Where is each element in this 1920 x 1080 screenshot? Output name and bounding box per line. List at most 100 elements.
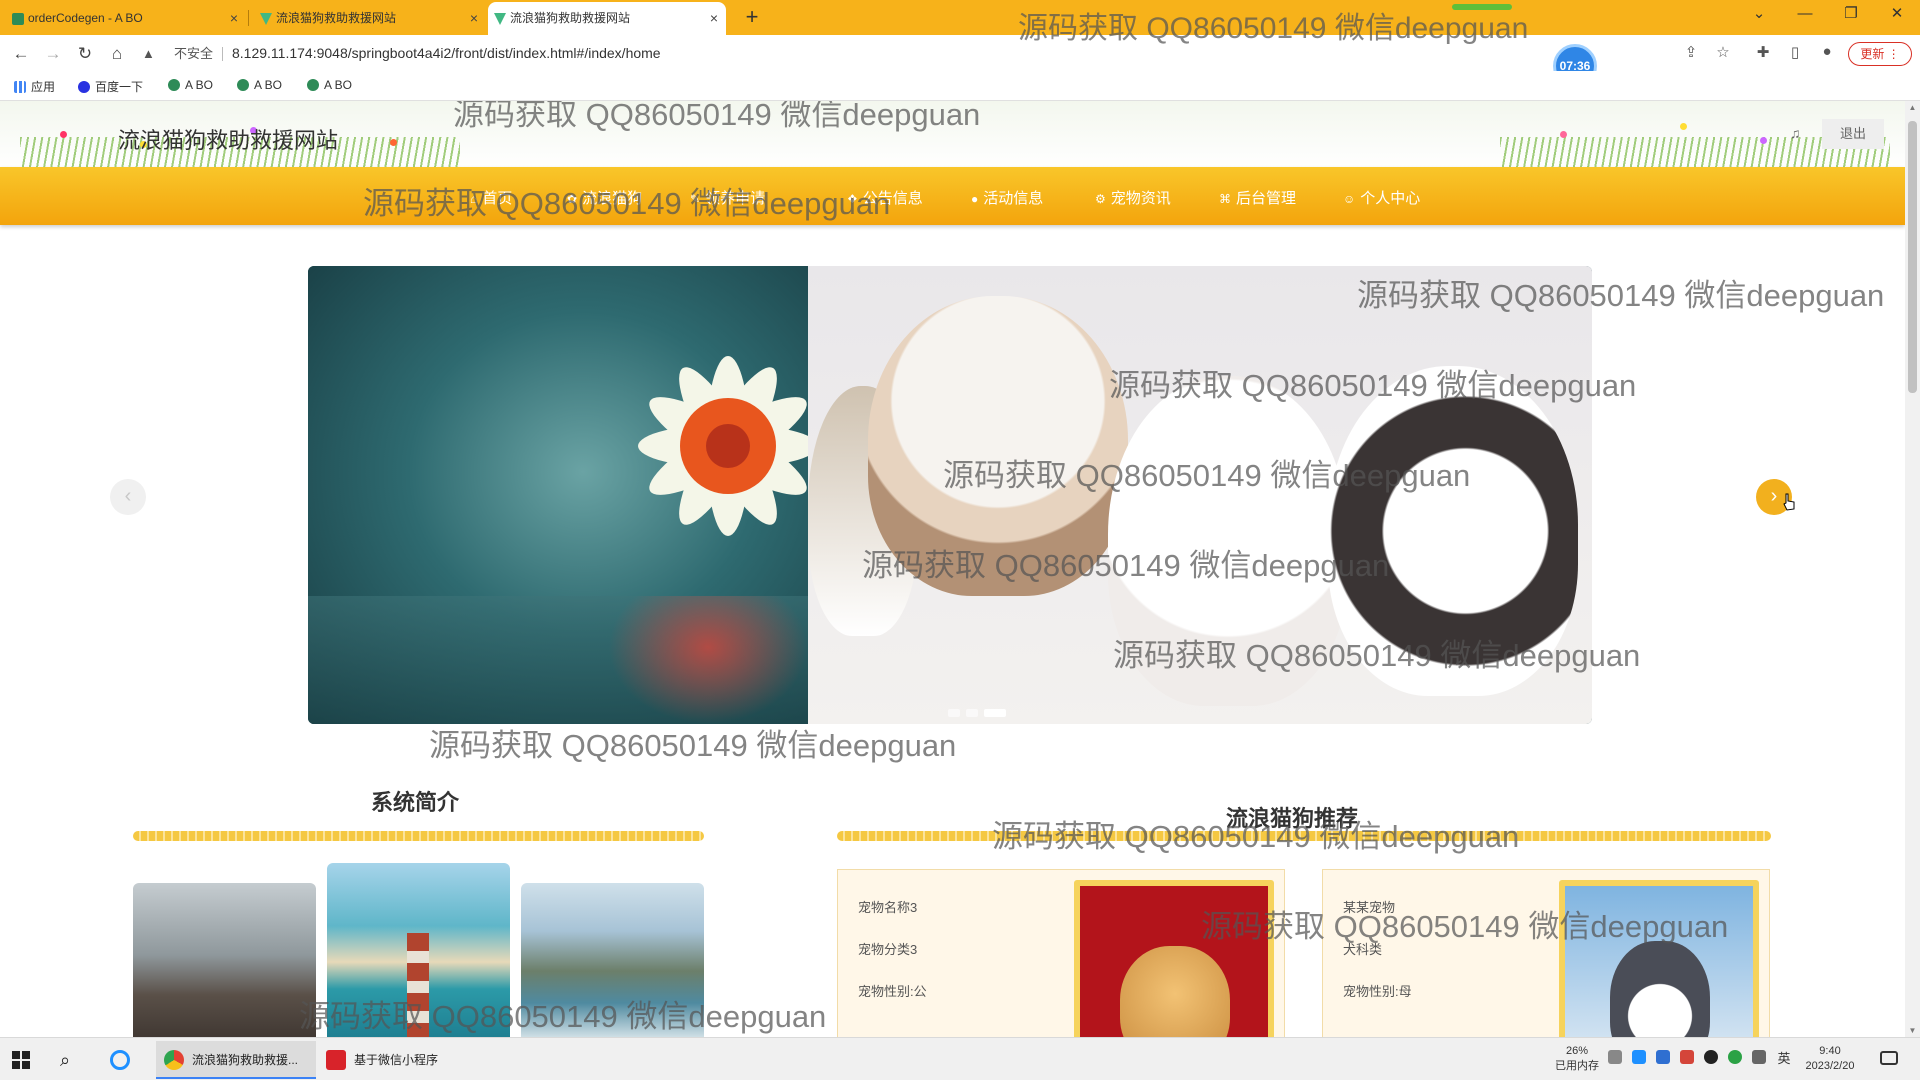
forward-arrow-icon[interactable]: → [40, 41, 66, 67]
ie-browser-icon[interactable] [110, 1042, 150, 1078]
windows-start-icon[interactable] [12, 1042, 36, 1078]
flower-decoration [60, 131, 67, 138]
nav-home[interactable]: ⌂ 首页 [470, 187, 512, 208]
memory-usage[interactable]: 26% 已用内存 [1552, 1044, 1602, 1074]
music-note-icon[interactable]: ♫ [1790, 125, 1801, 141]
intro-image-lighthouse[interactable] [327, 863, 510, 1037]
browser-tab-3-active[interactable]: 流浪猫狗救助救援网站 × [488, 2, 726, 35]
scroll-up-arrow-icon[interactable]: ▲ [1908, 103, 1917, 112]
new-tab-button[interactable]: + [738, 2, 766, 32]
close-window-button[interactable]: ✕ [1874, 0, 1920, 30]
bookmark-abo-1[interactable]: A BO [168, 78, 213, 92]
browser-tab-2[interactable]: 流浪猫狗救助救援网站 × [254, 2, 486, 35]
wechat-icon[interactable] [1728, 1050, 1742, 1064]
bookmark-apps[interactable]: 应用 [14, 78, 55, 95]
vue-favicon-icon [12, 13, 24, 25]
taskbar-app-wps[interactable]: 基于微信小程序的... [318, 1041, 468, 1079]
reload-icon[interactable]: ↻ [72, 41, 98, 67]
scroll-down-arrow-icon[interactable]: ▼ [1908, 1026, 1917, 1035]
close-tab-icon[interactable]: × [230, 2, 238, 35]
notification-center-icon[interactable] [1880, 1051, 1898, 1065]
extensions-puzzle-icon[interactable]: ✚ [1752, 43, 1774, 61]
daisy-slide-image [308, 266, 818, 724]
logout-button[interactable]: 退出 [1822, 119, 1884, 149]
ime-indicator[interactable]: 英 [1774, 1044, 1794, 1074]
taskbar-app-chrome[interactable]: 流浪猫狗救助救援... [156, 1041, 316, 1079]
carousel-prev-button[interactable]: ‹ [110, 479, 146, 515]
flower-decoration [1760, 137, 1767, 144]
carousel-dot[interactable] [948, 709, 960, 717]
flower-reflection [608, 596, 808, 724]
search-icon[interactable]: ⌕ [60, 1042, 84, 1078]
notice-icon: ❖ [847, 192, 858, 206]
bookmark-abo-2[interactable]: A BO [237, 78, 282, 92]
close-tab-icon[interactable]: × [710, 2, 718, 35]
dog-icon: ✿ [567, 192, 578, 206]
kitten-figure [868, 296, 1128, 596]
nav-label: 个人中心 [1360, 190, 1421, 207]
taskbar-app-label: 基于微信小程序的... [354, 1053, 439, 1067]
scrollbar-thumb[interactable] [1908, 121, 1917, 393]
kitten-figure [1328, 366, 1578, 696]
update-button[interactable]: 更新 ⋮ [1848, 42, 1912, 66]
speaker-icon[interactable] [1608, 1050, 1622, 1064]
close-tab-icon[interactable]: × [470, 2, 478, 35]
adopt-icon: ✎ [690, 192, 701, 206]
pet-card[interactable]: 某某宠物 犬科类 宠物性别:母 [1322, 869, 1770, 1037]
flower-decoration [1560, 131, 1567, 138]
memory-percent: 26% [1565, 1045, 1589, 1057]
profile-avatar-icon[interactable]: ● [1816, 43, 1838, 60]
intro-image-village[interactable] [133, 883, 316, 1037]
nav-notices[interactable]: ❖ 公告信息 [847, 187, 923, 208]
nav-profile[interactable]: ☺ 个人中心 [1343, 187, 1420, 208]
nav-activities[interactable]: ● 活动信息 [971, 187, 1043, 208]
bookmark-label: A BO [324, 78, 353, 92]
browser-tab-title: orderCodegen - A BO [28, 11, 143, 25]
back-arrow-icon[interactable]: ← [8, 41, 34, 67]
network-icon[interactable] [1752, 1050, 1766, 1064]
banner-carousel[interactable] [308, 266, 1592, 724]
shield-icon[interactable] [1656, 1050, 1670, 1064]
restore-button[interactable]: ❐ [1828, 0, 1874, 30]
qq-penguin-icon[interactable] [1704, 1050, 1718, 1064]
hand-cursor-icon [1783, 493, 1795, 511]
clock[interactable]: 9:40 2023/2/20 [1798, 1044, 1862, 1074]
nav-label: 公告信息 [862, 190, 923, 207]
lighthouse-figure [407, 933, 429, 1037]
dog-figure [1610, 941, 1710, 1037]
nav-stray-pets[interactable]: ✿ 流浪猫狗 [567, 187, 642, 208]
carousel-dot[interactable] [966, 709, 978, 717]
bookmark-baidu[interactable]: 百度一下 [78, 78, 143, 95]
url-divider [222, 47, 223, 61]
share-icon[interactable]: ⇪ [1680, 43, 1702, 61]
antivirus-icon[interactable] [1680, 1050, 1694, 1064]
nav-label: 首页 [482, 190, 513, 207]
home-icon: ⌂ [470, 192, 478, 206]
intro-image-coast[interactable] [521, 883, 704, 1037]
carousel-indicators [948, 704, 1012, 718]
chrome-icon [164, 1050, 184, 1070]
cloud-icon[interactable] [1632, 1050, 1646, 1064]
pet-card[interactable]: 宠物名称3 宠物分类3 宠物性别:公 [837, 869, 1285, 1037]
nav-pet-news[interactable]: ⚙ 宠物资讯 [1095, 187, 1171, 208]
url-input[interactable]: ▲ 不安全 8.129.11.174:9048/springboot4a4i2/… [142, 40, 1672, 67]
clock-time: 9:40 [1819, 1045, 1841, 1057]
bookmark-abo-3[interactable]: A BO [307, 78, 352, 92]
activity-icon: ● [971, 192, 979, 206]
minimize-button[interactable]: — [1782, 0, 1828, 30]
carousel-dot-active[interactable] [984, 709, 1006, 717]
admin-icon: ⌘ [1219, 192, 1231, 206]
dog-figure [1120, 946, 1230, 1037]
flower-decoration [390, 139, 397, 146]
warning-triangle-icon: ▲ [142, 46, 155, 61]
wps-icon [326, 1050, 346, 1070]
browser-tab-1[interactable]: orderCodegen - A BO × [6, 2, 246, 35]
home-icon[interactable]: ⌂ [104, 41, 130, 67]
site-header: 流浪猫狗救助救援网站 ♫ 退出 [0, 101, 1905, 167]
side-panel-icon[interactable]: ▯ [1784, 43, 1806, 61]
tab-search-button[interactable]: ⌄ [1736, 0, 1782, 30]
nav-admin[interactable]: ⌘ 后台管理 [1219, 187, 1296, 208]
bookmark-star-icon[interactable]: ☆ [1712, 43, 1734, 61]
page-scrollbar[interactable]: ▲ ▼ [1905, 101, 1920, 1037]
nav-adoption[interactable]: ✎ 领养申请 [690, 187, 765, 208]
